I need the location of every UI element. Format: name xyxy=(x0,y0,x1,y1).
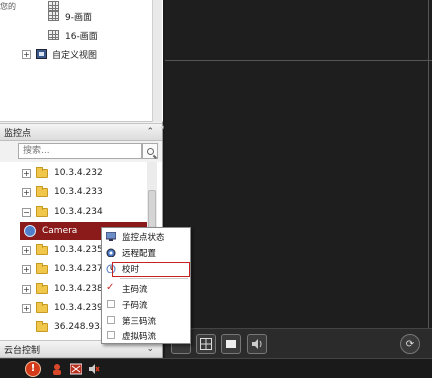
search-input[interactable] xyxy=(18,143,142,159)
stop-button[interactable] xyxy=(221,334,241,354)
monitor-section-header[interactable]: 监控点 ⌃ xyxy=(0,123,162,141)
menu-item-sub-stream[interactable]: 子码流 xyxy=(102,297,190,312)
section-title: 云台控制 xyxy=(4,345,41,356)
device-node[interactable]: + 10.3.4.233 xyxy=(22,184,103,200)
expand-icon[interactable]: + xyxy=(22,284,31,294)
folder-icon xyxy=(36,185,48,197)
view-item-label: 16-画面 xyxy=(65,31,98,42)
video-toolbar: ⟳ xyxy=(165,328,432,358)
device-label: 10.3.4.238 xyxy=(54,284,103,294)
folder-icon xyxy=(36,320,48,332)
alarm-icon[interactable]: ! xyxy=(25,361,41,377)
menu-item-label: 第三码流 xyxy=(122,316,157,327)
split-grid-icon xyxy=(200,338,212,350)
camera-icon xyxy=(24,225,36,237)
split-view-button[interactable] xyxy=(196,334,216,354)
monitor-status-icon xyxy=(106,232,116,241)
checkbox-icon xyxy=(107,300,115,308)
folder-icon xyxy=(36,282,48,294)
menu-item-virtual-stream[interactable]: 虚拟码流 xyxy=(102,328,190,343)
expand-icon[interactable]: + xyxy=(22,168,31,178)
menu-item-status[interactable]: 监控点状态 xyxy=(102,229,190,244)
expand-icon[interactable]: + xyxy=(22,264,31,274)
expand-icon[interactable]: + xyxy=(22,303,31,313)
expand-icon[interactable]: + xyxy=(22,187,31,197)
custom-view-icon xyxy=(36,49,47,59)
checkbox-icon xyxy=(107,316,115,324)
view-item-label: 自定义视图 xyxy=(52,50,98,61)
collapse-icon[interactable]: ⌃ xyxy=(146,127,154,137)
device-node[interactable]: + 10.3.4.235 xyxy=(22,242,103,258)
video-area[interactable] xyxy=(165,0,432,328)
device-node[interactable]: + 10.3.4.238 xyxy=(22,281,103,297)
grid-layout-icon xyxy=(48,30,59,40)
menu-item-label: 监控点状态 xyxy=(122,232,165,243)
remote-config-icon xyxy=(106,248,116,257)
folder-icon xyxy=(36,166,48,178)
device-label: 10.3.4.234 xyxy=(54,207,103,217)
menu-item-label: 远程配置 xyxy=(122,248,157,259)
menu-item-main-stream[interactable]: ✓ 主码流 xyxy=(102,281,190,296)
stop-icon xyxy=(226,340,236,348)
view-item-custom[interactable]: + 自定义视图 xyxy=(22,46,97,62)
view-tree: 您的 9-画面 16-画面 + 自定义视图 xyxy=(0,0,163,122)
menu-item-remote-config[interactable]: 远程配置 xyxy=(102,245,190,260)
rotate-icon: ⟳ xyxy=(405,338,415,350)
pane-divider xyxy=(428,0,429,328)
folder-icon xyxy=(36,262,48,274)
view-item-9[interactable]: 9-画面 xyxy=(48,8,92,24)
menu-item-label: 主码流 xyxy=(122,284,148,295)
checkbox-icon xyxy=(107,331,115,339)
search-icon xyxy=(146,147,154,155)
device-label: 10.3.4.233 xyxy=(54,187,103,197)
expand-section-icon[interactable]: ⌄ xyxy=(146,344,154,354)
highlight-annotation xyxy=(112,262,190,277)
user-alert-icon[interactable] xyxy=(52,363,64,375)
cut-label: 您的 xyxy=(0,2,16,11)
view-item-16[interactable]: 16-画面 xyxy=(48,27,98,43)
menu-item-third-stream[interactable]: 第三码流 xyxy=(102,313,190,328)
collapse-node-icon[interactable]: − xyxy=(22,207,31,217)
grid-layout-icon xyxy=(48,11,59,21)
video-alert-icon[interactable] xyxy=(70,363,82,375)
context-menu: 监控点状态 远程配置 校时 ✓ 主码流 子码流 第三码流 虚拟码流 xyxy=(101,227,191,344)
checkmark-icon: ✓ xyxy=(106,282,115,293)
status-bar: ! xyxy=(0,358,432,378)
device-label: 10.3.4.235 xyxy=(54,245,103,255)
device-node[interactable]: + 10.3.4.237 xyxy=(22,261,103,277)
menu-item-label: 子码流 xyxy=(122,300,148,311)
device-node-expanded[interactable]: − 10.3.4.234 xyxy=(22,204,103,220)
device-node[interactable]: + 10.3.4.232 xyxy=(22,165,103,181)
camera-label: Camera xyxy=(42,226,78,236)
device-label: 10.3.4.237 xyxy=(54,264,103,274)
volume-button[interactable] xyxy=(247,334,267,354)
audio-alert-icon[interactable] xyxy=(88,363,100,375)
search-button[interactable] xyxy=(142,143,158,159)
pane-divider xyxy=(165,60,432,61)
expand-icon[interactable]: + xyxy=(22,49,31,59)
menu-item-label: 虚拟码流 xyxy=(122,331,157,342)
folder-icon xyxy=(36,301,48,313)
section-title: 监控点 xyxy=(4,128,32,139)
scroll-thumb[interactable] xyxy=(148,190,156,230)
view-item-label: 9-画面 xyxy=(65,12,92,23)
folder-icon xyxy=(36,243,48,255)
view-tree-scrollbar[interactable] xyxy=(152,0,162,122)
device-label: 10.3.4.232 xyxy=(54,168,103,178)
device-label: 10.3.4.239 xyxy=(54,303,103,313)
rotate-button[interactable]: ⟳ xyxy=(400,334,420,354)
folder-icon xyxy=(36,205,48,217)
device-node[interactable]: + 10.3.4.239 xyxy=(22,300,103,316)
speaker-icon xyxy=(252,339,262,349)
menu-separator xyxy=(120,278,188,279)
expand-icon[interactable]: + xyxy=(22,245,31,255)
